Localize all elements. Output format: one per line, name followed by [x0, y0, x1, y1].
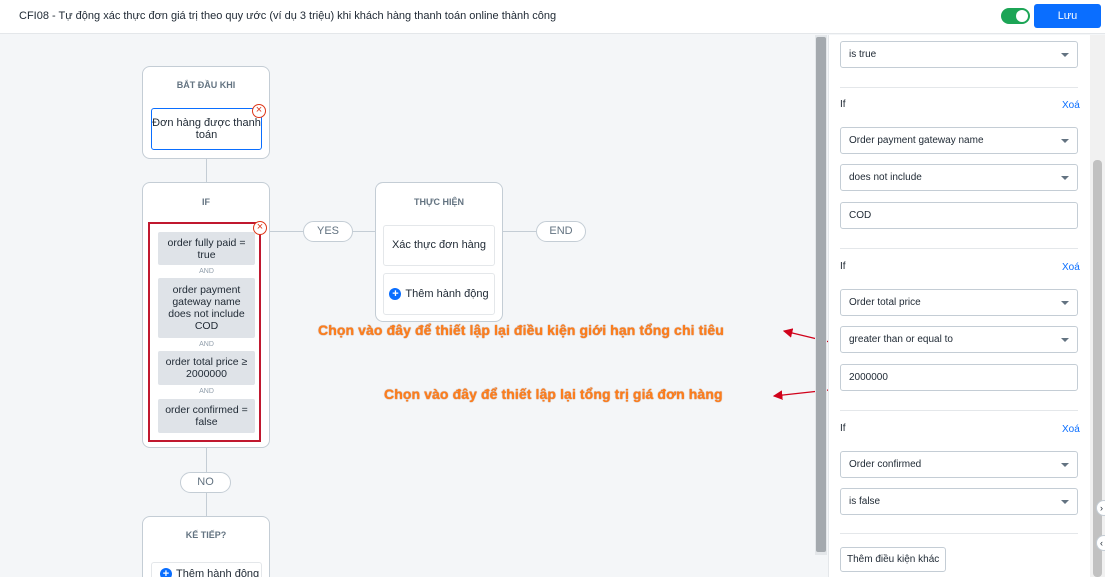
canvas-scrollbar[interactable]: [815, 35, 827, 555]
delete-condition-link[interactable]: Xoá: [1062, 100, 1080, 111]
top-operator-value: is true: [849, 49, 877, 60]
edge-control-button[interactable]: ‹: [1096, 535, 1105, 551]
field-select[interactable]: Order payment gateway name: [840, 127, 1078, 154]
chevron-down-icon: [1061, 53, 1069, 57]
top-bar: CFI08 - Tự động xác thực đơn giá trị the…: [0, 0, 1105, 34]
and-separator: AND: [199, 341, 214, 348]
remove-trigger-icon[interactable]: ×: [252, 104, 266, 118]
annotation-condition-note: Chọn vào đây để thiết lập lại điều kiện …: [318, 322, 724, 338]
canvas-scroll-thumb[interactable]: [816, 37, 826, 552]
add-condition-button[interactable]: Thêm điều kiện khác: [840, 547, 947, 572]
workflow-active-toggle[interactable]: [1001, 8, 1030, 24]
workflow-title: CFI08 - Tự động xác thực đơn giá trị the…: [19, 10, 557, 22]
delete-condition-link[interactable]: Xoá: [1062, 262, 1080, 273]
annotation-value-note: Chọn vào đây để thiết lập lại tổng trị g…: [384, 386, 723, 402]
condition-item[interactable]: order payment gateway name does not incl…: [158, 278, 255, 338]
field-select-value: Order payment gateway name: [849, 135, 984, 146]
and-separator: AND: [199, 268, 214, 275]
next-heading: KẾ TIẾP?: [185, 530, 227, 540]
chevron-down-icon: [1061, 463, 1069, 467]
connector-no-next: [206, 492, 207, 517]
condition-item[interactable]: order confirmed = false: [158, 399, 255, 433]
action-heading: THỰC HIỆN: [414, 197, 464, 207]
condition-panel: is true If Xoá Order payment gateway nam…: [828, 35, 1090, 577]
connector-action-end: [502, 231, 536, 232]
value-input[interactable]: 2000000: [840, 364, 1078, 391]
operator-select[interactable]: is false: [840, 488, 1078, 515]
connector-if-no: [206, 448, 207, 472]
operator-select-value: does not include: [849, 172, 922, 183]
divider: [840, 87, 1078, 88]
panel-scrollbar[interactable]: [1090, 35, 1105, 577]
value-input[interactable]: COD: [840, 202, 1078, 229]
delete-condition-link[interactable]: Xoá: [1062, 424, 1080, 435]
chevron-down-icon: [1061, 338, 1069, 342]
next-add-action-button[interactable]: + Thêm hành động: [151, 562, 262, 577]
condition-item[interactable]: order total price ≥ 2000000: [158, 351, 255, 385]
next-add-action-label: Thêm hành động: [176, 568, 260, 577]
connector-if-yes: [269, 231, 303, 232]
divider: [840, 248, 1078, 249]
connector-trigger-if: [206, 158, 207, 183]
operator-select-value: is false: [849, 496, 881, 507]
operator-select[interactable]: does not include: [840, 164, 1078, 191]
toggle-knob: [1016, 10, 1028, 22]
field-select-value: Order confirmed: [849, 459, 922, 470]
divider: [840, 410, 1078, 411]
operator-select-value: greater than or equal to: [849, 334, 953, 345]
field-select-value: Order total price: [849, 297, 921, 308]
plus-circle-icon: +: [389, 288, 402, 301]
and-separator: AND: [199, 388, 214, 395]
trigger-heading: BẮT ĐẦU KHI: [176, 80, 236, 90]
top-operator-select[interactable]: is true: [840, 41, 1078, 68]
chevron-down-icon: [1061, 176, 1069, 180]
trigger-event-box[interactable]: Đơn hàng được thanh toán: [151, 108, 262, 150]
operator-select[interactable]: greater than or equal to: [840, 326, 1078, 353]
if-heading: IF: [202, 197, 210, 207]
if-label: If: [840, 99, 846, 110]
chevron-down-icon: [1061, 139, 1069, 143]
no-branch-label: NO: [180, 472, 231, 493]
plus-circle-icon: +: [160, 568, 172, 577]
chevron-down-icon: [1061, 301, 1069, 305]
if-label: If: [840, 261, 846, 272]
field-select[interactable]: Order confirmed: [840, 451, 1078, 478]
action-item[interactable]: Xác thực đơn hàng: [383, 225, 495, 266]
connector-yes-action: [353, 231, 376, 232]
divider: [840, 533, 1078, 534]
remove-conditions-icon[interactable]: ×: [253, 221, 267, 235]
field-select[interactable]: Order total price: [840, 289, 1078, 316]
add-action-label: Thêm hành động: [405, 288, 489, 300]
add-action-button[interactable]: + Thêm hành động: [383, 273, 495, 315]
if-label: If: [840, 423, 846, 434]
save-button[interactable]: Lưu: [1034, 4, 1101, 28]
condition-item[interactable]: order fully paid = true: [158, 232, 255, 265]
yes-branch-label: YES: [303, 221, 353, 242]
end-label: END: [536, 221, 586, 242]
edge-control-button[interactable]: ›: [1096, 500, 1105, 516]
chevron-down-icon: [1061, 500, 1069, 504]
